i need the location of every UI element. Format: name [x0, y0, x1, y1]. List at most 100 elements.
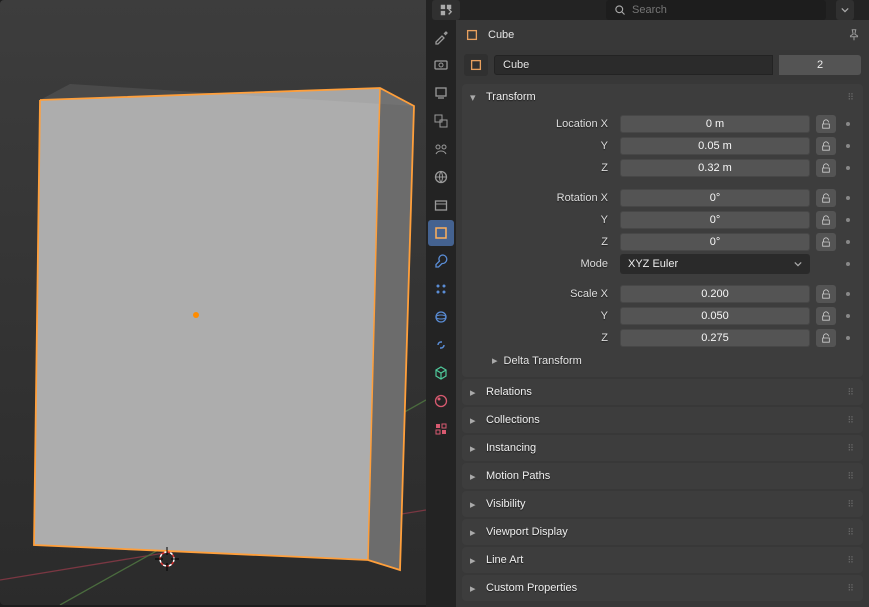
chevron-right-icon: ▸	[470, 470, 480, 483]
keyframe-dot[interactable]	[846, 292, 850, 296]
field-scale-x[interactable]: 0.200	[620, 285, 810, 303]
breadcrumb: Cube	[456, 20, 869, 50]
datablock-row: Cube 2	[456, 50, 869, 80]
options-dropdown[interactable]	[836, 0, 854, 20]
properties-header	[426, 0, 869, 20]
keyframe-dot[interactable]	[846, 122, 850, 126]
search-icon	[614, 4, 626, 16]
tab-material[interactable]	[428, 388, 454, 414]
panel-custom-properties-header[interactable]: ▸Custom Properties⠿	[462, 575, 863, 601]
lock-button[interactable]	[816, 137, 836, 155]
field-loc-x[interactable]: 0 m	[620, 115, 810, 133]
field-loc-z[interactable]: 0.32 m	[620, 159, 810, 177]
drag-handle-icon[interactable]: ⠿	[847, 527, 855, 538]
panel-relations-header[interactable]: ▸ Relations ⠿	[462, 379, 863, 405]
field-rot-z[interactable]: 0°	[620, 233, 810, 251]
panel-collections-header[interactable]: ▸ Collections ⠿	[462, 407, 863, 433]
search-input[interactable]	[632, 4, 818, 16]
panel-title: Collections	[486, 414, 540, 426]
lock-button[interactable]	[816, 307, 836, 325]
rotation-mode-select[interactable]: XYZ Euler	[620, 254, 810, 274]
keyframe-dot[interactable]	[846, 336, 850, 340]
panel-transform-header[interactable]: ▾ Transform ⠿	[462, 84, 863, 110]
panel-title: Visibility	[486, 498, 526, 510]
lock-button[interactable]	[816, 233, 836, 251]
drag-handle-icon[interactable]: ⠿	[847, 471, 855, 482]
subpanel-delta-transform[interactable]: ▸ Delta Transform	[470, 350, 855, 369]
tab-physics[interactable]	[428, 304, 454, 330]
tab-particle[interactable]	[428, 276, 454, 302]
panel-line-art-header[interactable]: ▸Line Art⠿	[462, 547, 863, 573]
drag-handle-icon[interactable]: ⠿	[847, 583, 855, 594]
panel-title: Relations	[486, 386, 532, 398]
keyframe-dot[interactable]	[846, 196, 850, 200]
lock-button[interactable]	[816, 115, 836, 133]
panel-title: Motion Paths	[486, 470, 550, 482]
panel-title: Viewport Display	[486, 526, 568, 538]
tab-texture[interactable]	[428, 416, 454, 442]
label-mode: Mode	[470, 258, 614, 270]
tab-scene[interactable]	[428, 136, 454, 162]
drag-handle-icon[interactable]: ⠿	[847, 387, 855, 398]
panel-transform: ▾ Transform ⠿ Location X0 m Y0.05 m Z0.3…	[462, 84, 863, 377]
datablock-name-field[interactable]: Cube	[494, 55, 773, 75]
lock-button[interactable]	[816, 159, 836, 177]
tab-render[interactable]	[428, 52, 454, 78]
lock-button[interactable]	[816, 285, 836, 303]
tab-modifier[interactable]	[428, 248, 454, 274]
tab-world[interactable]	[428, 164, 454, 190]
chevron-down-icon	[794, 260, 802, 268]
chevron-right-icon: ▸	[470, 414, 480, 427]
chevron-right-icon: ▸	[470, 498, 480, 511]
keyframe-dot[interactable]	[846, 144, 850, 148]
tab-tool[interactable]	[428, 24, 454, 50]
tab-output[interactable]	[428, 80, 454, 106]
panel-relations: ▸ Relations ⠿	[462, 379, 863, 405]
keyframe-dot[interactable]	[846, 262, 850, 266]
keyframe-dot[interactable]	[846, 314, 850, 318]
panel-visibility-header[interactable]: ▸ Visibility ⠿	[462, 491, 863, 517]
lock-button[interactable]	[816, 189, 836, 207]
drag-handle-icon[interactable]: ⠿	[847, 443, 855, 454]
panel-motion-paths: ▸ Motion Paths ⠿	[462, 463, 863, 489]
panel-motion-paths-header[interactable]: ▸ Motion Paths ⠿	[462, 463, 863, 489]
datablock-browse[interactable]	[464, 54, 488, 76]
drag-handle-icon[interactable]: ⠿	[847, 555, 855, 566]
keyframe-dot[interactable]	[846, 166, 850, 170]
datablock-users[interactable]: 2	[779, 55, 861, 75]
object-origin	[193, 312, 199, 318]
drag-handle-icon[interactable]: ⠿	[847, 92, 855, 103]
tab-object[interactable]	[428, 220, 454, 246]
chevron-right-icon: ▸	[470, 554, 480, 567]
tab-constraint[interactable]	[428, 332, 454, 358]
datablock-name-text: Cube	[503, 59, 529, 71]
lock-button[interactable]	[816, 329, 836, 347]
tab-collection[interactable]	[428, 192, 454, 218]
panel-visibility: ▸ Visibility ⠿	[462, 491, 863, 517]
field-scale-z[interactable]: 0.275	[620, 329, 810, 347]
field-rot-x[interactable]: 0°	[620, 189, 810, 207]
field-scale-y[interactable]: 0.050	[620, 307, 810, 325]
keyframe-dot[interactable]	[846, 240, 850, 244]
panel-viewport-display-header[interactable]: ▸Viewport Display⠿	[462, 519, 863, 545]
keyframe-dot[interactable]	[846, 218, 850, 222]
label-scale-x: Scale X	[470, 288, 614, 300]
tab-mesh[interactable]	[428, 360, 454, 386]
panel-instancing-header[interactable]: ▸Instancing⠿	[462, 435, 863, 461]
chevron-right-icon: ▸	[470, 582, 480, 595]
pin-button[interactable]	[847, 28, 861, 42]
drag-handle-icon[interactable]: ⠿	[847, 415, 855, 426]
field-rot-y[interactable]: 0°	[620, 211, 810, 229]
panel-custom-properties: ▸Custom Properties⠿	[462, 575, 863, 601]
search-input-wrap[interactable]	[606, 0, 826, 20]
editor-type-selector[interactable]	[432, 0, 460, 20]
drag-handle-icon[interactable]: ⠿	[847, 499, 855, 510]
tab-viewlayer[interactable]	[428, 108, 454, 134]
lock-button[interactable]	[816, 211, 836, 229]
viewport-3d[interactable]	[0, 0, 426, 605]
label-scale-z: Z	[470, 332, 614, 344]
label-loc-x: Location X	[470, 118, 614, 130]
chevron-right-icon: ▸	[470, 386, 480, 399]
field-loc-y[interactable]: 0.05 m	[620, 137, 810, 155]
panel-collections: ▸ Collections ⠿	[462, 407, 863, 433]
